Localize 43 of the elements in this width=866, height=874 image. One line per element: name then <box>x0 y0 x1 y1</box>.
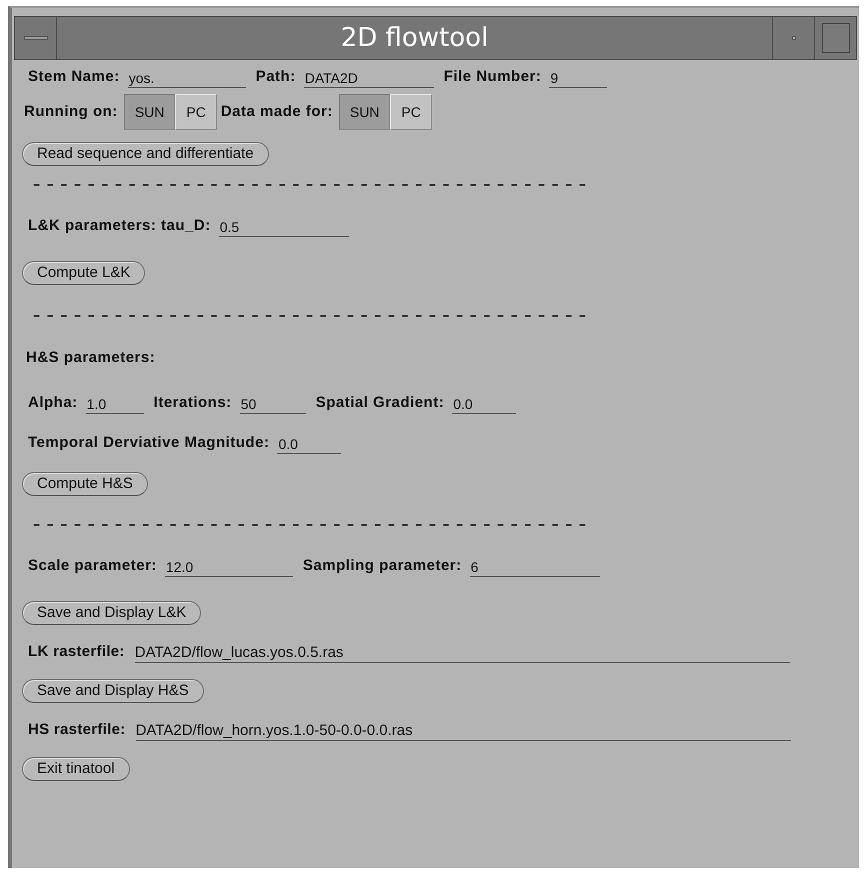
input-field[interactable]: 0.0 <box>277 435 342 454</box>
separator-text: ----------------------------------------- <box>29 303 590 328</box>
separator-text: ----------------------------------------- <box>29 512 590 537</box>
field-label: Alpha: <box>28 392 78 412</box>
input-field[interactable]: 0.5 <box>218 218 349 237</box>
choice-toggle[interactable]: SUN <box>124 94 176 130</box>
field-label: Iterations: <box>154 392 232 412</box>
input-field[interactable]: 50 <box>240 395 306 414</box>
input-field[interactable]: DATA2D <box>304 69 434 88</box>
input-field[interactable]: 9 <box>549 69 608 88</box>
field-label: File Number: <box>444 66 542 86</box>
input-field[interactable]: 6 <box>470 558 600 577</box>
square-icon <box>822 23 850 53</box>
action-button[interactable]: Read sequence and differentiate <box>22 142 269 166</box>
window-title: 2D flowtool <box>340 22 490 54</box>
field-label: Scale parameter: <box>28 556 157 576</box>
input-field[interactable]: yos. <box>128 69 246 88</box>
input-field[interactable]: 12.0 <box>164 558 293 577</box>
field-label: LK rasterfile: <box>28 642 125 662</box>
section-heading: H&S parameters: <box>25 349 156 366</box>
toggle-label: Data made for: <box>220 102 333 122</box>
field-label: HS rasterfile: <box>28 720 126 740</box>
action-button[interactable]: Compute L&K <box>22 261 146 285</box>
toggle-label: Running on: <box>24 102 118 122</box>
action-button[interactable]: Save and Display L&K <box>22 601 202 625</box>
input-field[interactable]: 0.0 <box>452 395 516 414</box>
field-label: Spatial Gradient: <box>316 392 444 412</box>
field-label: L&K parameters: tau_D: <box>28 216 211 236</box>
choice-toggle[interactable]: SUN <box>338 94 390 130</box>
choice-toggle[interactable]: PC <box>175 94 217 130</box>
separator-text: ----------------------------------------- <box>29 172 590 197</box>
action-button[interactable]: Exit tinatool <box>22 757 130 781</box>
input-field[interactable]: DATA2D/flow_lucas.yos.0.5.ras <box>134 644 790 663</box>
minus-icon <box>24 36 48 40</box>
field-label: Temporal Derviative Magnitude: <box>28 432 270 452</box>
action-button[interactable]: Save and Display H&S <box>22 679 204 703</box>
field-label: Sampling parameter: <box>302 556 462 576</box>
input-field[interactable]: 1.0 <box>86 395 144 414</box>
input-field[interactable]: DATA2D/flow_horn.yos.1.0-50-0.0-0.0.ras <box>136 722 791 741</box>
action-button[interactable]: Compute H&S <box>22 472 148 496</box>
choice-toggle[interactable]: PC <box>390 94 432 130</box>
field-label: Path: <box>256 66 296 86</box>
field-label: Stem Name: <box>28 66 120 86</box>
